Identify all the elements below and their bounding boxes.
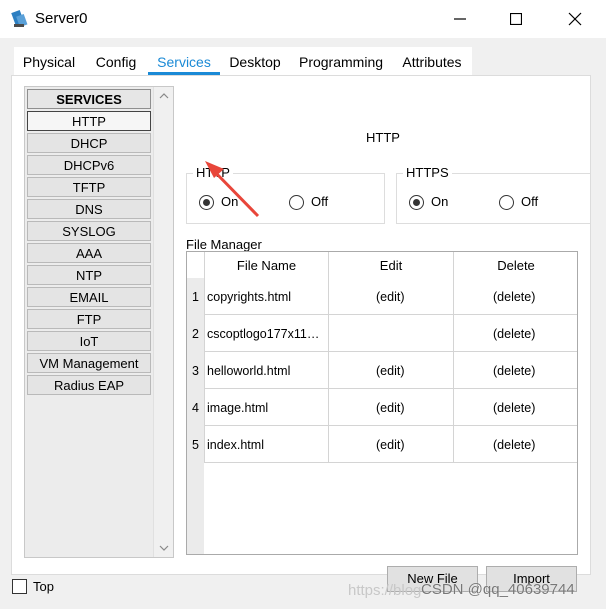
- tab-attributes[interactable]: Attributes: [392, 47, 472, 75]
- window-title: Server0: [35, 10, 88, 27]
- http-on-label: On: [221, 194, 239, 209]
- delete-link[interactable]: (delete): [493, 401, 535, 415]
- file-name-cell: index.html: [207, 438, 264, 452]
- service-item-dhcp[interactable]: DHCP: [27, 133, 151, 153]
- column-header-edit[interactable]: Edit: [329, 258, 453, 273]
- file-name-cell: copyrights.html: [207, 290, 292, 304]
- service-item-aaa[interactable]: AAA: [27, 243, 151, 263]
- http-group: HTTP On Off: [186, 165, 385, 224]
- service-item-http[interactable]: HTTP: [27, 111, 151, 131]
- services-header: SERVICES: [27, 89, 151, 109]
- tab-services[interactable]: Services: [148, 47, 220, 75]
- column-divider: [328, 252, 329, 462]
- service-item-tftp[interactable]: TFTP: [27, 177, 151, 197]
- edit-link[interactable]: (edit): [376, 438, 404, 452]
- http-off-label: Off: [311, 194, 329, 209]
- row-number: 1: [192, 290, 199, 304]
- https-off-label: Off: [521, 194, 539, 209]
- services-panel: SERVICES HTTP DHCP DHCPv6 TFTP DNS SYSLO…: [11, 75, 591, 592]
- delete-link[interactable]: (delete): [493, 290, 535, 304]
- delete-link[interactable]: (delete): [493, 327, 535, 341]
- maximize-button[interactable]: [493, 0, 539, 38]
- service-item-iot[interactable]: IoT: [27, 331, 151, 351]
- row-divider: [204, 462, 577, 463]
- close-icon: [568, 12, 582, 26]
- top-checkbox-label: Top: [33, 579, 54, 594]
- row-number: 5: [192, 438, 199, 452]
- https-on-radio[interactable]: [409, 195, 424, 210]
- row-divider: [204, 388, 577, 389]
- chevron-up-icon: [159, 93, 168, 99]
- tab-desktop[interactable]: Desktop: [220, 47, 290, 75]
- column-divider: [204, 252, 205, 462]
- https-on-label: On: [431, 194, 449, 209]
- row-number-gutter: [187, 278, 204, 554]
- maximize-icon: [510, 13, 522, 25]
- edit-link[interactable]: (edit): [376, 364, 404, 378]
- row-number: 2: [192, 327, 199, 341]
- delete-link[interactable]: (delete): [493, 438, 535, 452]
- scroll-up-button[interactable]: [154, 87, 173, 105]
- column-divider: [453, 252, 454, 462]
- service-item-ntp[interactable]: NTP: [27, 265, 151, 285]
- edit-link[interactable]: (edit): [376, 290, 404, 304]
- https-off-radio[interactable]: [499, 195, 514, 210]
- row-number: 4: [192, 401, 199, 415]
- services-list: SERVICES HTTP DHCP DHCPv6 TFTP DNS SYSLO…: [24, 86, 174, 558]
- chevron-down-icon: [159, 545, 168, 551]
- row-divider: [204, 425, 577, 426]
- watermark-text: CSDN @qq_40639744: [421, 581, 575, 598]
- tab-config[interactable]: Config: [84, 47, 148, 75]
- service-item-ftp[interactable]: FTP: [27, 309, 151, 329]
- row-divider: [204, 314, 577, 315]
- file-name-cell: helloworld.html: [207, 364, 291, 378]
- window-body: Physical Config Services Desktop Program…: [0, 38, 606, 609]
- tab-physical[interactable]: Physical: [14, 47, 84, 75]
- scroll-down-button[interactable]: [154, 539, 173, 557]
- file-manager-table: File Name Edit Delete 1 copyrights.html …: [186, 251, 578, 555]
- close-button[interactable]: [552, 0, 598, 38]
- file-manager-label: File Manager: [186, 237, 262, 252]
- services-scrollbar[interactable]: [153, 87, 173, 557]
- delete-link[interactable]: (delete): [493, 364, 535, 378]
- column-header-delete[interactable]: Delete: [454, 258, 577, 273]
- title-bar: Server0: [0, 0, 606, 38]
- file-name-cell: image.html: [207, 401, 269, 415]
- row-number: 3: [192, 364, 199, 378]
- server-app-icon: [11, 9, 28, 28]
- service-item-radius-eap[interactable]: Radius EAP: [27, 375, 151, 395]
- minimize-icon: [454, 18, 466, 20]
- section-title: HTTP: [366, 130, 400, 145]
- service-item-dns[interactable]: DNS: [27, 199, 151, 219]
- service-item-vm-management[interactable]: VM Management: [27, 353, 151, 373]
- service-item-dhcpv6[interactable]: DHCPv6: [27, 155, 151, 175]
- http-on-radio[interactable]: [199, 195, 214, 210]
- https-group-legend: HTTPS: [403, 165, 452, 180]
- row-divider: [204, 351, 577, 352]
- watermark-faint: https://blog: [348, 582, 422, 599]
- edit-link[interactable]: (edit): [376, 401, 404, 415]
- tab-programming[interactable]: Programming: [290, 47, 392, 75]
- service-item-syslog[interactable]: SYSLOG: [27, 221, 151, 241]
- tab-strip: Physical Config Services Desktop Program…: [14, 47, 590, 75]
- file-name-cell: cscoptlogo177x11…: [207, 327, 320, 341]
- minimize-button[interactable]: [437, 0, 483, 38]
- http-off-radio[interactable]: [289, 195, 304, 210]
- top-checkbox[interactable]: [12, 579, 27, 594]
- http-group-legend: HTTP: [193, 165, 233, 180]
- https-group: HTTPS On Off: [396, 165, 590, 224]
- column-header-file-name[interactable]: File Name: [205, 258, 328, 273]
- service-item-email[interactable]: EMAIL: [27, 287, 151, 307]
